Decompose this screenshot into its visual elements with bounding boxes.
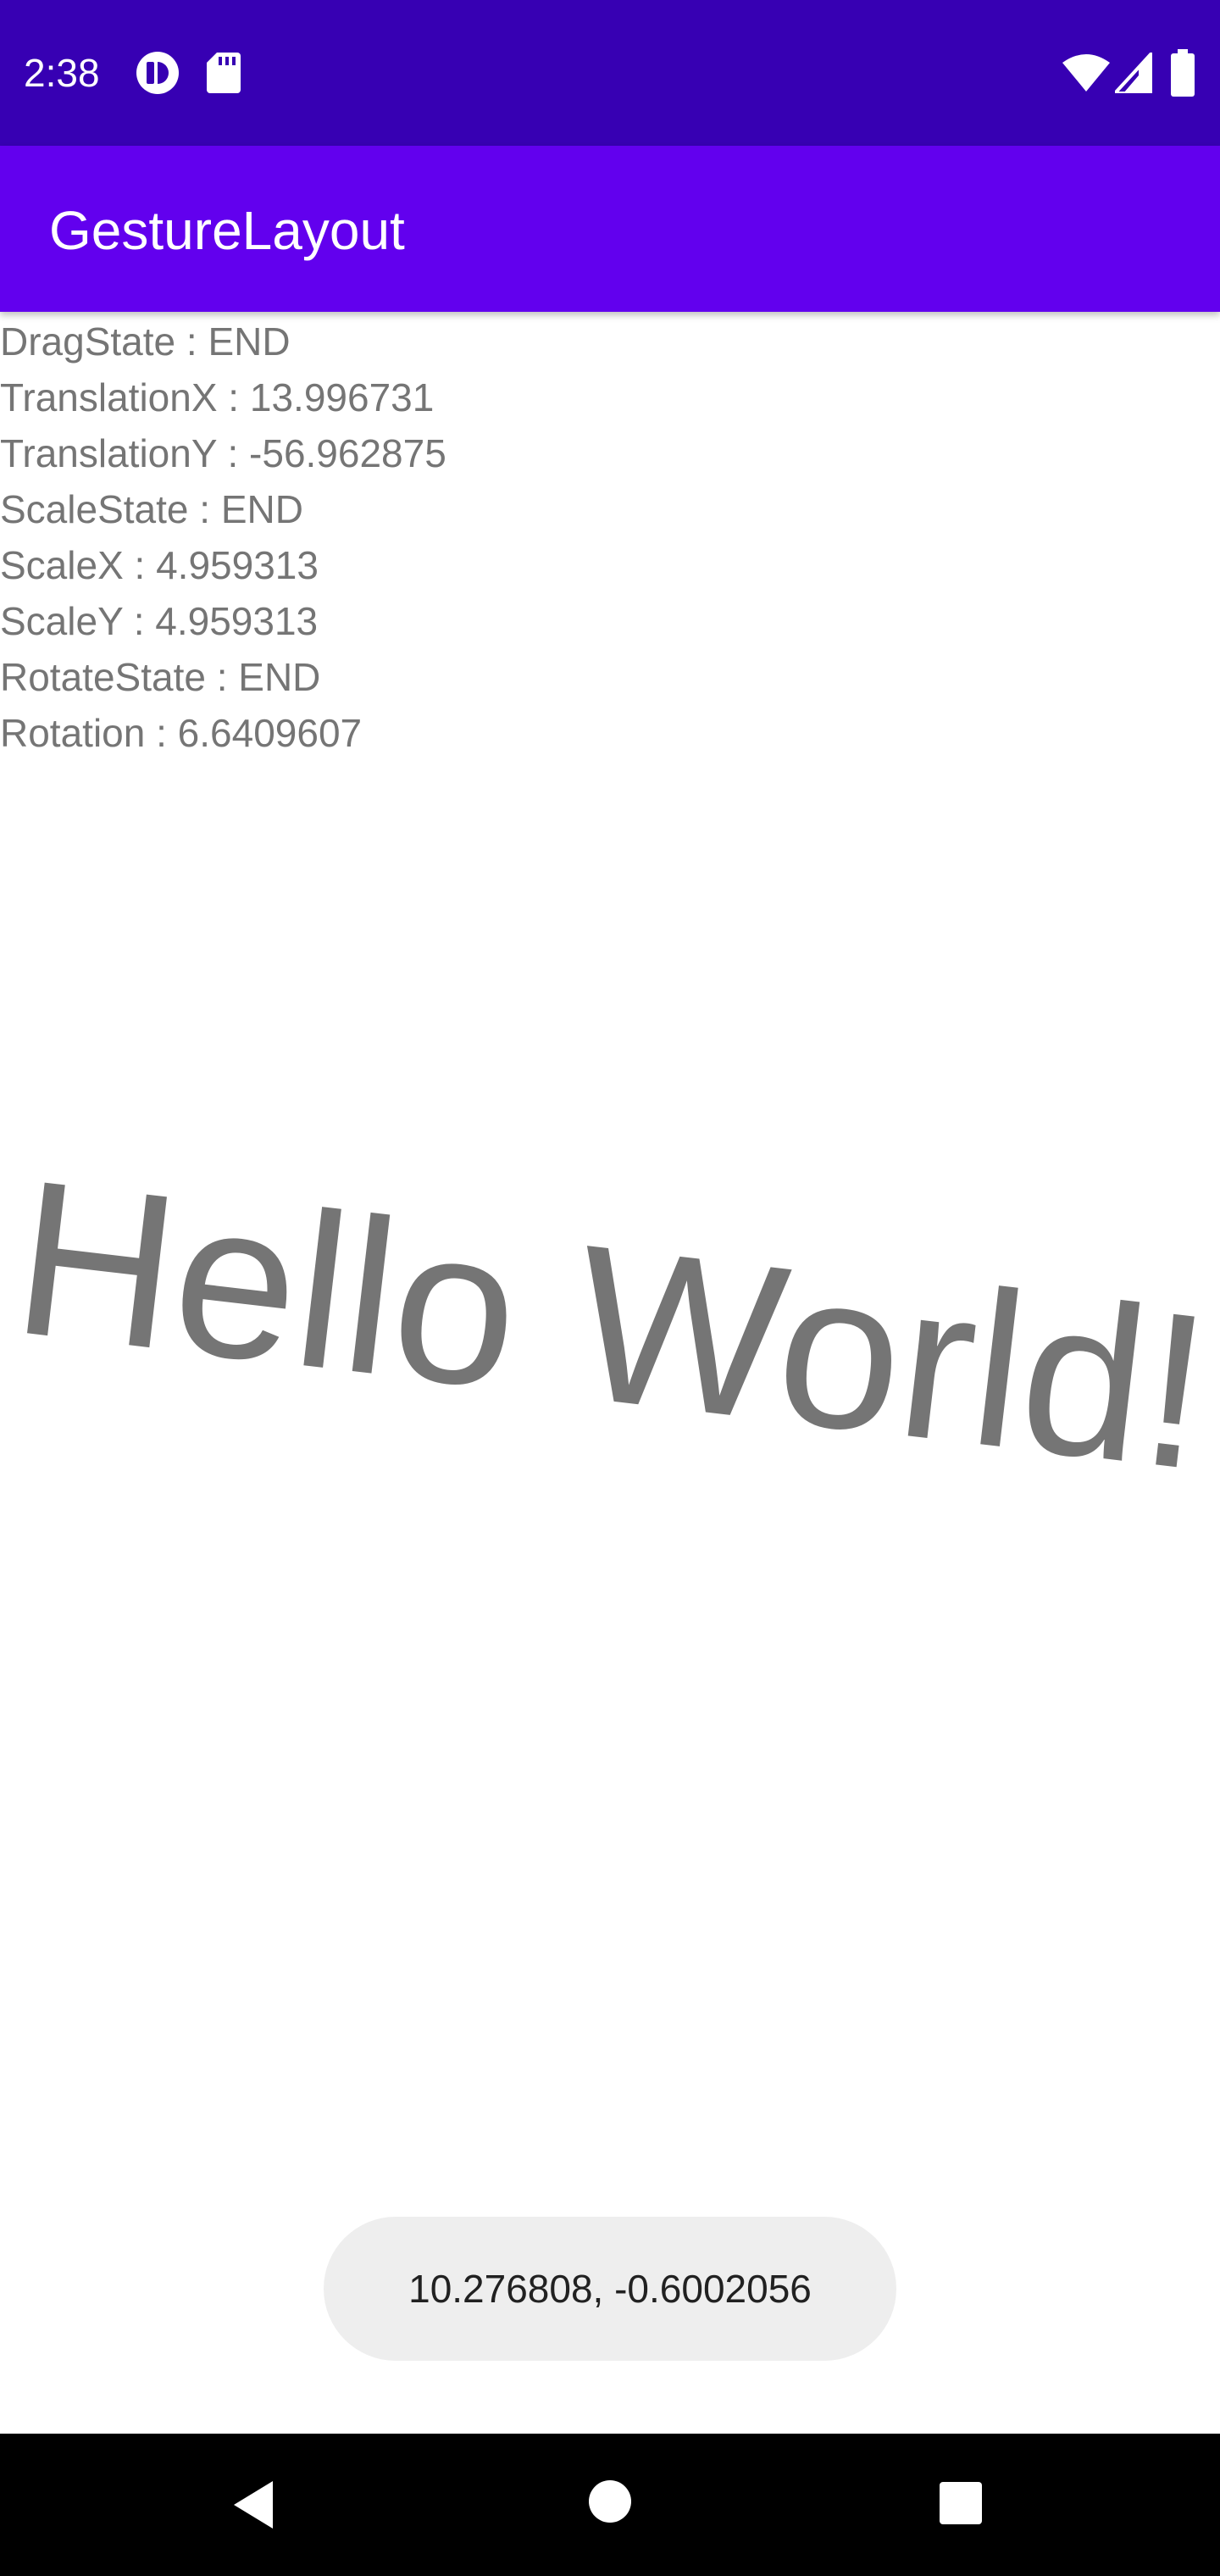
gesture-info-list: DragState : END TranslationX : 13.996731… [0,314,446,761]
app-bar: GestureLayout [0,146,1220,312]
battery-icon [1171,49,1195,97]
scale-x-text: ScaleX : 4.959313 [0,543,319,587]
navigation-bar [0,2434,1220,2576]
rotate-state-text: RotateState : END [0,655,321,699]
toast-message: 10.276808, -0.6002056 [408,2267,812,2311]
wifi-icon [1062,54,1110,92]
scale-state-text: ScaleState : END [0,487,303,531]
status-bar: 2:38 [0,0,1220,146]
translation-x-text: TranslationX : 13.996731 [0,375,435,419]
home-icon[interactable] [588,2479,632,2523]
back-icon[interactable] [229,2478,283,2532]
rotation-text: Rotation : 6.6409607 [0,711,363,755]
scale-y-text: ScaleY : 4.959313 [0,599,319,643]
cellular-signal-icon [1115,53,1152,93]
toast: 10.276808, -0.6002056 [324,2217,896,2361]
translation-y-text: TranslationY : -56.962875 [0,431,446,475]
circle-logo-icon [136,52,179,94]
status-time: 2:38 [24,51,100,95]
drag-state-text: DragState : END [0,319,291,364]
hello-world-text[interactable]: Hello World! [3,1134,1219,1516]
recents-icon[interactable] [939,2481,983,2525]
sd-card-icon [207,53,241,93]
app-title: GestureLayout [49,200,405,261]
